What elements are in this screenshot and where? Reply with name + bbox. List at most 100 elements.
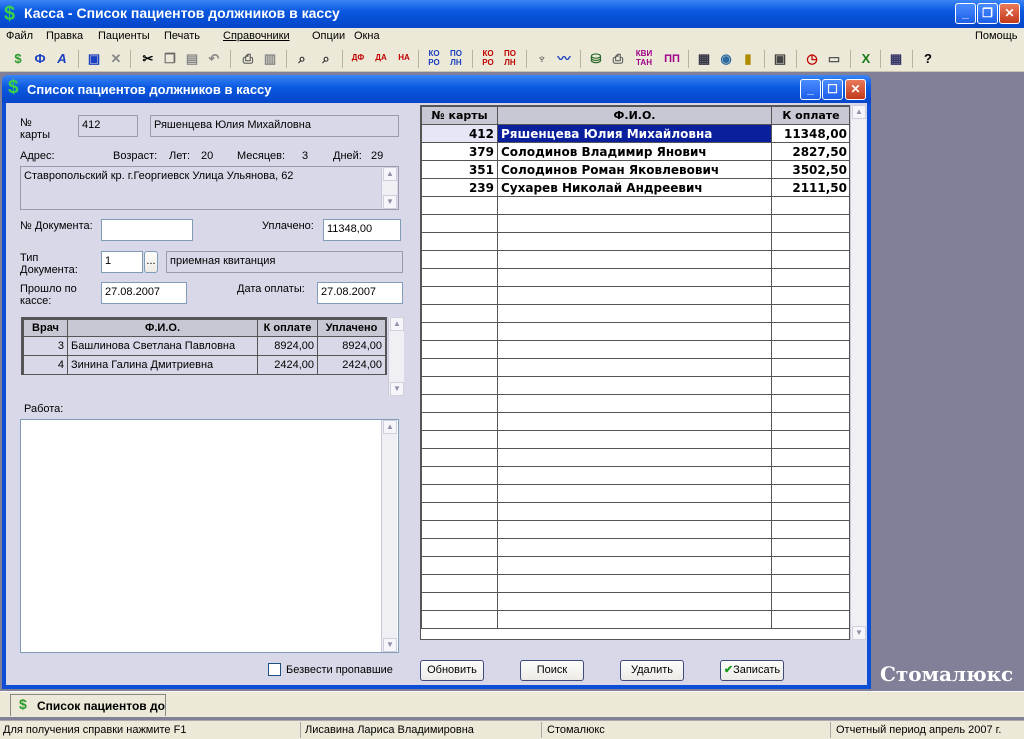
scanner-icon[interactable]: ▭ — [824, 49, 844, 69]
table-row[interactable]: 3 Башлинова Светлана Павловна 8924,00 89… — [23, 336, 386, 356]
empty-row — [421, 610, 849, 629]
table-row[interactable]: 351 Солодинов Роман Яковлевович 3502,50 — [421, 160, 849, 179]
doc-number-input[interactable] — [101, 219, 193, 241]
empty-row — [421, 520, 849, 539]
child-maximize-button[interactable]: ☐ — [822, 79, 843, 100]
work-textarea[interactable] — [20, 419, 399, 653]
pay-date-label: Дата оплаты: — [237, 283, 305, 295]
child-window-title: Список пациентов должников в кассу — [27, 82, 272, 97]
dollar-icon[interactable]: $ — [8, 49, 28, 69]
properties-icon[interactable]: ▣ — [770, 49, 790, 69]
tooth-icon[interactable]: ♆ — [532, 49, 552, 69]
table-row[interactable]: 412 Ряшенцева Юлия Михайловна 11348,00 — [421, 124, 849, 143]
col-paid[interactable]: Уплачено — [317, 319, 386, 337]
copy-icon[interactable]: ❐ — [160, 49, 180, 69]
col-patient-fio[interactable]: Ф.И.О. — [497, 106, 772, 125]
table-row[interactable]: 4 Зинина Галина Дмитриевна 2424,00 2424,… — [23, 355, 386, 375]
print-icon[interactable]: ⎙ — [238, 49, 258, 69]
restore-button[interactable]: ❐ — [977, 3, 998, 24]
passed-date-input[interactable]: 27.08.2007 — [101, 282, 187, 304]
koro-button-1[interactable]: КО РО — [424, 49, 444, 69]
work-scrollbar[interactable]: ▲ ▼ — [381, 420, 397, 652]
years-label: Лет: — [169, 150, 191, 162]
koro-button-2[interactable]: КО РО — [478, 49, 498, 69]
poln-button-1[interactable]: ПО ЛН — [446, 49, 466, 69]
da-button[interactable]: ДА — [371, 53, 391, 73]
chart-line-icon[interactable]: 〰 — [554, 49, 574, 69]
search-button[interactable]: Поиск — [520, 660, 584, 681]
undo-icon[interactable]: ↶ — [204, 49, 224, 69]
empty-row — [421, 412, 849, 431]
empty-row — [421, 466, 849, 485]
kvitan-button[interactable]: КВИ ТАН — [632, 49, 656, 69]
col-card-number[interactable]: № карты — [421, 106, 498, 125]
empty-row — [421, 394, 849, 413]
child-close-button[interactable]: ✕ — [845, 79, 866, 100]
save-icon[interactable]: ▣ — [84, 49, 104, 69]
menu-options[interactable]: Опции — [312, 30, 345, 42]
mdi-tab-debtors[interactable]: $ Список пациентов до — [10, 694, 166, 716]
status-help: Для получения справки нажмите F1 — [3, 724, 187, 736]
menu-file[interactable]: Файл — [6, 30, 33, 42]
jar-icon[interactable]: ⛁ — [586, 49, 606, 69]
calculator-icon[interactable]: ▦ — [886, 49, 906, 69]
menu-edit[interactable]: Правка — [46, 30, 83, 42]
empty-row — [421, 448, 849, 467]
menu-patients[interactable]: Пациенты — [98, 30, 150, 42]
menu-help[interactable]: Помощь — [975, 30, 1018, 42]
book-icon[interactable]: ▮ — [738, 49, 758, 69]
missing-checkbox[interactable] — [268, 663, 281, 676]
excel-icon[interactable]: X — [856, 49, 876, 69]
empty-row — [421, 574, 849, 593]
clock-icon[interactable]: ◷ — [802, 49, 822, 69]
col-doctor[interactable]: Врач — [23, 319, 68, 337]
dollar-app-icon: $ — [8, 77, 19, 98]
close-button[interactable]: ✕ — [999, 3, 1020, 24]
menu-windows[interactable]: Окна — [354, 30, 380, 42]
df-button[interactable]: ДФ — [348, 53, 368, 73]
empty-row — [421, 196, 849, 215]
save-button[interactable]: ✔Записать — [720, 660, 784, 681]
empty-row — [421, 268, 849, 287]
patient-name-field: Ряшенцева Юлия Михайловна — [150, 115, 399, 137]
paste-icon[interactable]: ▤ — [182, 49, 202, 69]
cut-icon[interactable]: ✂ — [138, 49, 158, 69]
doc-type-code-input[interactable]: 1 — [101, 251, 143, 273]
dollar-icon: $ — [19, 696, 27, 712]
empty-row — [421, 376, 849, 395]
pay-date-input[interactable]: 27.08.2007 — [317, 282, 403, 304]
minimize-button[interactable]: _ — [955, 3, 976, 24]
delete-button[interactable]: Удалить — [620, 660, 684, 681]
menu-references[interactable]: Справочники — [223, 30, 290, 42]
find-icon[interactable]: ⌕ — [292, 49, 312, 69]
age-label: Возраст: — [113, 150, 158, 162]
f-icon[interactable]: Ф — [30, 49, 50, 69]
find-next-icon[interactable]: ⌕ — [316, 49, 336, 69]
preview-icon[interactable]: ▥ — [260, 49, 280, 69]
pp-button[interactable]: ПП — [662, 49, 682, 69]
books-icon[interactable]: ▦ — [694, 49, 714, 69]
menu-bar: Файл Правка Пациенты Печать Справочники … — [0, 28, 1024, 46]
doctors-grid-scrollbar[interactable]: ▲ ▼ — [388, 317, 404, 396]
menu-print[interactable]: Печать — [164, 30, 200, 42]
a-icon[interactable]: A — [52, 49, 72, 69]
col-to-pay[interactable]: К оплате — [257, 319, 318, 337]
na-button[interactable]: НА — [394, 53, 414, 73]
patients-grid-scrollbar[interactable]: ▲ ▼ — [850, 105, 866, 640]
col-fio[interactable]: Ф.И.О. — [67, 319, 258, 337]
days-label: Дней: — [333, 150, 362, 162]
doc-type-picker-button[interactable]: ... — [144, 251, 158, 273]
cancel-icon[interactable]: ✕ — [106, 49, 126, 69]
child-minimize-button[interactable]: _ — [800, 79, 821, 100]
table-row[interactable]: 379 Солодинов Владимир Янович 2827,50 — [421, 142, 849, 161]
globe-icon[interactable]: ◉ — [716, 49, 736, 69]
empty-row — [421, 502, 849, 521]
col-amount[interactable]: К оплате — [771, 106, 849, 125]
poln-button-2[interactable]: ПО ЛН — [500, 49, 520, 69]
refresh-button[interactable]: Обновить — [420, 660, 484, 681]
printer-icon[interactable]: ⎙ — [608, 49, 628, 69]
table-row[interactable]: 239 Сухарев Николай Андреевич 2111,50 — [421, 178, 849, 197]
address-scrollbar[interactable]: ▲ ▼ — [381, 167, 397, 209]
help-icon[interactable]: ? — [918, 49, 938, 69]
paid-input[interactable]: 11348,00 — [323, 219, 401, 241]
